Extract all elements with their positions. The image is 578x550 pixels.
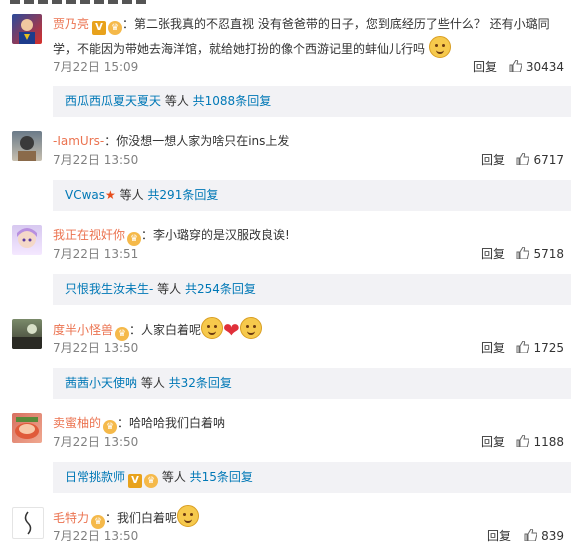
sub-replies-bar: 日常挑款师 V ♛ 等人 共15条回复: [53, 462, 571, 493]
sub-reply-mid: 等人: [137, 376, 169, 390]
comment-text-continued: 学，不能因为带她去海洋馆，就给她打扮的像个西游记里的蚌仙儿行吗: [53, 42, 426, 56]
avatar[interactable]: [12, 14, 42, 44]
comment-text: ：人家白着呢: [129, 323, 202, 337]
view-replies-link[interactable]: 共254条回复: [185, 282, 256, 296]
like-count: 30434: [525, 60, 564, 74]
like-count: 6717: [533, 153, 564, 167]
sub-reply-mid: 等人: [158, 470, 190, 484]
vip-badge-icon: ♛: [108, 21, 123, 35]
username[interactable]: 度半小怪兽: [53, 323, 113, 337]
like-button[interactable]: 839: [524, 526, 564, 546]
comment-meta: 7月22日 13:50 回复 1188: [53, 432, 570, 452]
timestamp: 7月22日 13:50: [53, 153, 139, 167]
comment-meta: 7月22日 13:50 回复 839: [53, 526, 570, 546]
comment-body: 贾乃亮 V ♛ ：第二张我真的不忍直视 没有爸爸带的日子，您到底经历了些什么？ 还有小…: [53, 12, 570, 61]
sub-reply-user[interactable]: 日常挑款师: [65, 470, 125, 484]
avatar-image: [15, 417, 39, 439]
timestamp: 7月22日 13:51: [53, 247, 139, 261]
reply-button[interactable]: 回复: [481, 432, 505, 452]
sub-reply-user[interactable]: VCwas: [65, 188, 105, 202]
avatar[interactable]: [12, 413, 42, 443]
comment-meta: 7月22日 13:50 回复 1725: [53, 338, 570, 358]
smile-emoji-icon: [428, 36, 451, 58]
like-button[interactable]: 5718: [516, 244, 564, 264]
comment-text: ：李小璐穿的是汉服改良诶!: [141, 228, 290, 242]
thumb-up-icon: [516, 153, 530, 165]
star-badge-icon: ★: [105, 188, 116, 202]
comment-meta: 7月22日 13:51 回复 5718: [53, 244, 570, 264]
comment-meta: 7月22日 15:09 回复 30434: [53, 57, 570, 77]
thumb-up-icon: [516, 341, 530, 353]
sub-replies-bar: VCwas★ 等人 共291条回复: [53, 180, 571, 211]
dog-emoji-icon: [201, 317, 224, 339]
dog-emoji-icon: [239, 317, 262, 339]
username[interactable]: 毛特力: [53, 511, 89, 525]
reply-button[interactable]: 回复: [481, 150, 505, 170]
like-button[interactable]: 1188: [516, 432, 564, 452]
thumb-up-icon: [516, 247, 530, 259]
username[interactable]: 贾乃亮: [53, 17, 89, 31]
sub-reply-user[interactable]: 只恨我生汝未生-: [65, 282, 153, 296]
comment-text: ：我们白着呢: [105, 511, 178, 525]
reply-button[interactable]: 回复: [481, 338, 505, 358]
thumb-up-icon: [516, 435, 530, 447]
view-replies-link[interactable]: 共15条回复: [190, 470, 253, 484]
like-button[interactable]: 6717: [516, 150, 564, 170]
sub-replies-bar: 西瓜西瓜夏天夏天 等人 共1088条回复: [53, 86, 571, 117]
comment-text: ：哈哈哈我们白着呐: [117, 416, 226, 430]
like-count: 1725: [533, 341, 564, 355]
timestamp: 7月22日 13:50: [53, 435, 139, 449]
avatar[interactable]: [12, 319, 42, 349]
like-button[interactable]: 1725: [516, 338, 564, 358]
avatar-image: [24, 511, 32, 535]
sub-reply-mid: 等人: [153, 282, 185, 296]
cropped-header-fragment: [10, 0, 150, 4]
avatar[interactable]: [12, 507, 44, 539]
username[interactable]: 我正在视奸你: [53, 228, 125, 242]
username[interactable]: -IamUrs-: [53, 134, 104, 148]
thumb-up-icon: [524, 529, 538, 541]
like-count: 5718: [533, 247, 564, 261]
comment-meta: 7月22日 13:50 回复 6717: [53, 150, 570, 170]
vip-badge-icon: ♛: [144, 474, 159, 488]
like-count: 839: [541, 529, 564, 543]
comment-text: ：第二张我真的不忍直视 没有爸爸带的日子，您到底经历了些什么？ 还有小璐同: [122, 17, 550, 31]
reply-button[interactable]: 回复: [487, 526, 511, 546]
sub-reply-mid: 等人: [115, 188, 148, 202]
avatar-image: [19, 19, 35, 44]
sub-reply-mid: 等人: [161, 94, 193, 108]
avatar-image: [17, 228, 37, 248]
timestamp: 7月22日 13:50: [53, 341, 139, 355]
reply-button[interactable]: 回复: [473, 57, 497, 77]
verified-badge-icon: V: [128, 474, 143, 488]
view-replies-link[interactable]: 共291条回复: [147, 188, 218, 202]
like-button[interactable]: 30434: [509, 57, 564, 77]
sub-replies-bar: 只恨我生汝未生- 等人 共254条回复: [53, 274, 571, 305]
dog-emoji-icon: [177, 505, 200, 527]
avatar-image: [12, 324, 42, 349]
heart-emoji-icon: ❤: [223, 318, 240, 342]
sub-reply-user[interactable]: 茜茜小天使呐: [65, 376, 137, 390]
reply-button[interactable]: 回复: [481, 244, 505, 264]
avatar[interactable]: [12, 131, 42, 161]
timestamp: 7月22日 13:50: [53, 529, 139, 543]
view-replies-link[interactable]: 共1088条回复: [193, 94, 272, 108]
username[interactable]: 卖蜜柚的: [53, 416, 101, 430]
thumb-up-icon: [509, 60, 522, 72]
avatar[interactable]: [12, 225, 42, 255]
sub-reply-user[interactable]: 西瓜西瓜夏天夏天: [65, 94, 161, 108]
verified-badge-icon: V: [92, 21, 107, 35]
avatar-image: [18, 136, 36, 161]
timestamp: 7月22日 15:09: [53, 60, 139, 74]
comment-text: ：你没想一想人家为啥只在ins上发: [104, 134, 290, 148]
sub-replies-bar: 茜茜小天使呐 等人 共32条回复: [53, 368, 571, 399]
like-count: 1188: [533, 435, 564, 449]
view-replies-link[interactable]: 共32条回复: [169, 376, 232, 390]
